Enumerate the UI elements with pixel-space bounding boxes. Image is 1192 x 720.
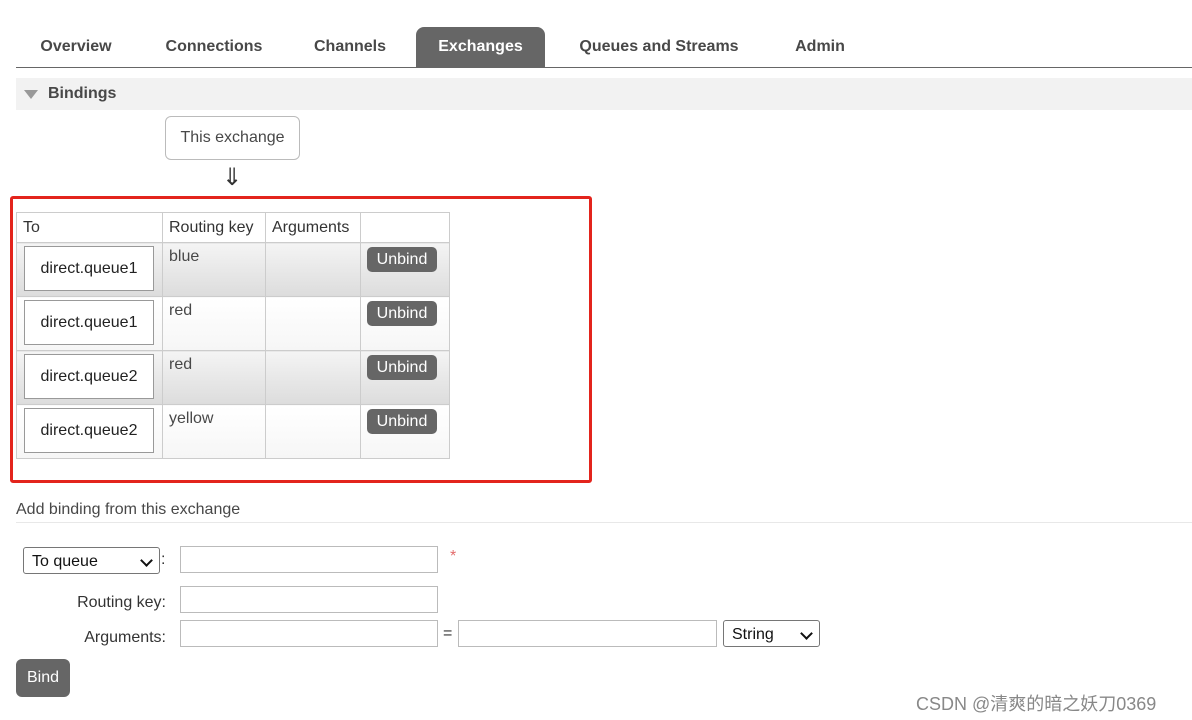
destination-type-value: To queue: [32, 553, 98, 570]
cell-action: Unbind: [360, 296, 450, 351]
cell-to: direct.queue1: [16, 296, 163, 351]
equals-sign: =: [443, 625, 453, 642]
table-row: direct.queue2 red Unbind: [16, 350, 450, 405]
cell-arguments: [265, 296, 361, 351]
argument-key-input[interactable]: [180, 620, 438, 647]
argument-value-input[interactable]: [458, 620, 717, 647]
queue-link[interactable]: direct.queue1: [24, 246, 154, 291]
tab-overview[interactable]: Overview: [16, 27, 136, 67]
destination-name-input[interactable]: [180, 546, 438, 573]
table-header-row: To Routing key Arguments: [16, 212, 450, 243]
table-row: direct.queue1 red Unbind: [16, 296, 450, 351]
argument-type-value: String: [732, 626, 774, 643]
cell-arguments: [265, 350, 361, 405]
bind-button[interactable]: Bind: [16, 659, 70, 697]
chevron-down-icon: [140, 554, 153, 567]
bindings-section-toggle[interactable]: Bindings: [16, 78, 1192, 110]
header-routing-key: Routing key: [162, 212, 266, 243]
routing-key-label: Routing key:: [77, 594, 166, 611]
tab-exchanges[interactable]: Exchanges: [416, 27, 545, 67]
cell-action: Unbind: [360, 350, 450, 405]
routing-key-value: blue: [169, 248, 200, 265]
tab-admin[interactable]: Admin: [782, 27, 858, 67]
tab-connections[interactable]: Connections: [152, 27, 276, 67]
table-row: direct.queue1 blue Unbind: [16, 242, 450, 297]
queue-link[interactable]: direct.queue2: [24, 408, 154, 453]
destination-colon: :: [161, 551, 166, 568]
bindings-table: To Routing key Arguments direct.queue1 b…: [16, 212, 450, 459]
header-arguments: Arguments: [265, 212, 361, 243]
nav-tabs: Overview Connections Channels Exchanges …: [16, 27, 1192, 68]
header-to: To: [16, 212, 163, 243]
unbind-button[interactable]: Unbind: [367, 301, 437, 326]
arguments-label: Arguments:: [84, 629, 166, 646]
required-marker: *: [450, 548, 457, 565]
header-actions: [360, 212, 450, 243]
cell-to: direct.queue2: [16, 350, 163, 405]
destination-type-select[interactable]: To queue: [23, 547, 160, 574]
cell-to: direct.queue1: [16, 242, 163, 297]
tab-channels[interactable]: Channels: [300, 27, 400, 67]
cell-routing-key: yellow: [162, 404, 266, 459]
this-exchange-box: This exchange: [165, 116, 300, 160]
routing-key-value: red: [169, 302, 193, 319]
routing-key-value: yellow: [169, 410, 214, 427]
cell-arguments: [265, 242, 361, 297]
down-arrow-icon: ⇓: [222, 164, 243, 191]
table-row: direct.queue2 yellow Unbind: [16, 404, 450, 459]
cell-action: Unbind: [360, 404, 450, 459]
queue-link[interactable]: direct.queue1: [24, 300, 154, 345]
cell-routing-key: red: [162, 296, 266, 351]
unbind-button[interactable]: Unbind: [367, 409, 437, 434]
routing-key-input[interactable]: [180, 586, 438, 613]
cell-arguments: [265, 404, 361, 459]
collapse-triangle-icon: [24, 90, 38, 99]
argument-type-select[interactable]: String: [723, 620, 820, 647]
tab-queues-and-streams[interactable]: Queues and Streams: [564, 27, 754, 67]
section-title: Bindings: [48, 85, 117, 102]
routing-key-value: red: [169, 356, 193, 373]
cell-to: direct.queue2: [16, 404, 163, 459]
unbind-button[interactable]: Unbind: [367, 247, 437, 272]
add-binding-title: Add binding from this exchange: [16, 501, 241, 518]
cell-routing-key: red: [162, 350, 266, 405]
cell-routing-key: blue: [162, 242, 266, 297]
cell-action: Unbind: [360, 242, 450, 297]
chevron-down-icon: [800, 627, 813, 640]
watermark: CSDN @清爽的暗之妖刀0369: [916, 694, 1157, 714]
divider: [16, 522, 1192, 523]
unbind-button[interactable]: Unbind: [367, 355, 437, 380]
queue-link[interactable]: direct.queue2: [24, 354, 154, 399]
